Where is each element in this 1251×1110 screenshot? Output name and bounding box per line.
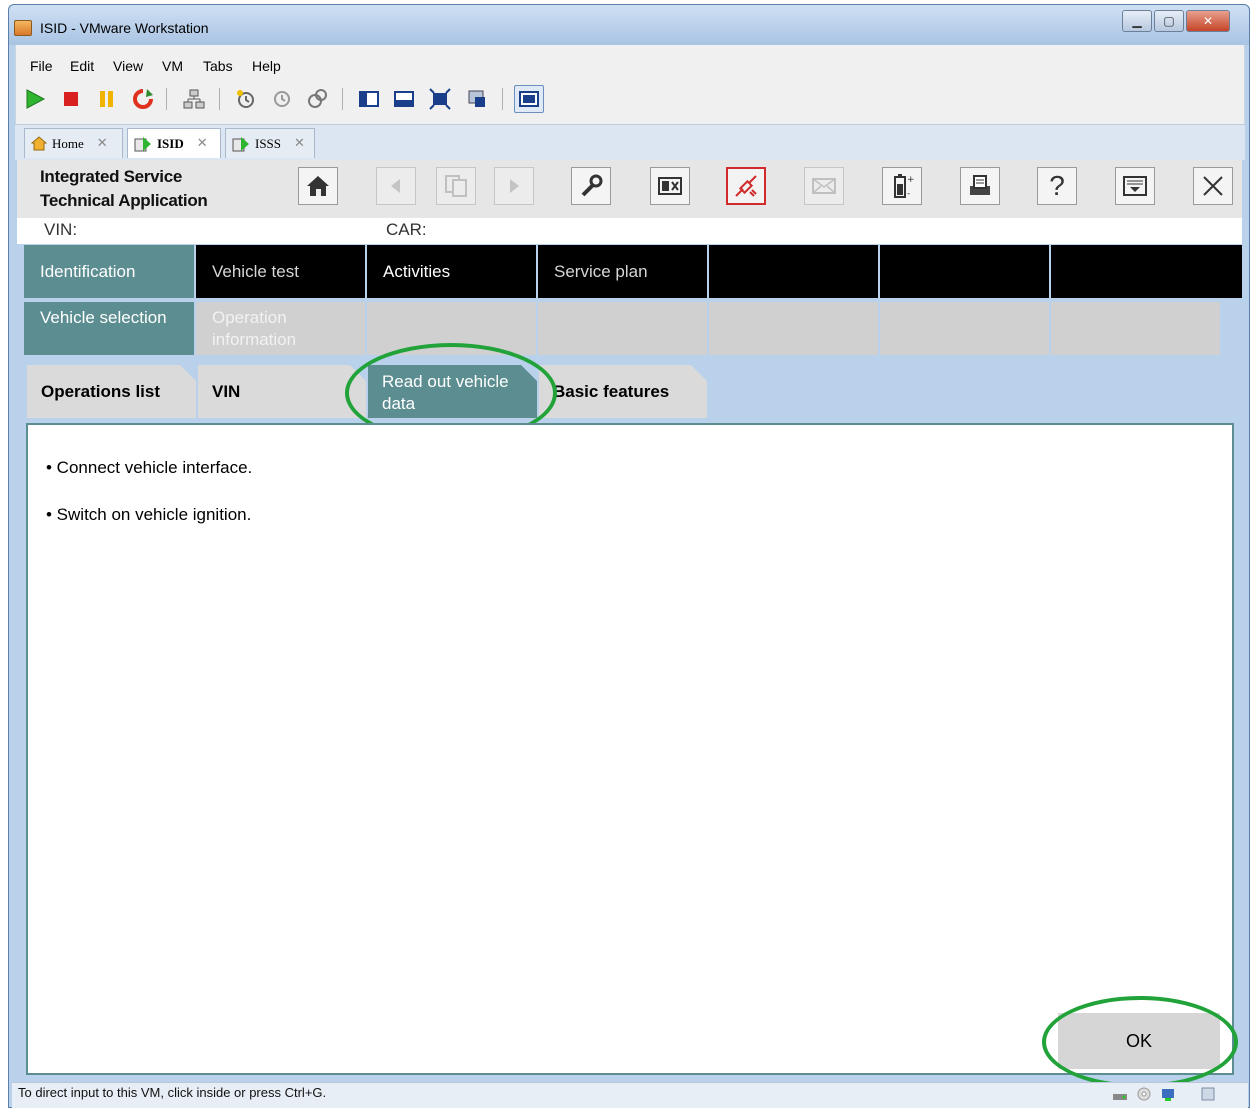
vin-label: VIN: [44, 220, 78, 239]
arrow-right-icon [510, 179, 519, 193]
quick-switch-icon[interactable] [393, 88, 415, 110]
toolbar-separator [342, 88, 343, 110]
subnav-empty-slot [880, 302, 1049, 355]
tab-isid[interactable]: ISID ✕ [127, 128, 221, 158]
tab-basic-features[interactable]: Basic features [539, 365, 707, 418]
help-button[interactable]: ? [1037, 167, 1077, 205]
nav-identification[interactable]: Identification [24, 245, 194, 298]
arrow-left-icon [391, 179, 400, 193]
vmware-app-icon [14, 20, 32, 36]
home-button[interactable] [298, 167, 338, 205]
power-on-icon[interactable] [24, 88, 46, 110]
connection-button[interactable] [726, 167, 766, 205]
tab-home[interactable]: Home ✕ [24, 128, 123, 158]
cd-drive-icon[interactable] [1136, 1086, 1152, 1102]
annotation-circle [1042, 996, 1238, 1088]
unity-icon[interactable] [466, 88, 488, 110]
home-icon [307, 176, 329, 196]
close-icon [1203, 176, 1223, 196]
subnav-empty-slot [709, 302, 878, 355]
full-screen-icon[interactable] [429, 88, 451, 110]
home-icon [31, 136, 47, 151]
console-view-icon[interactable] [514, 85, 544, 113]
snapshot-icon[interactable] [235, 88, 257, 110]
documents-icon [445, 175, 467, 197]
sidebar-view-icon[interactable] [358, 88, 380, 110]
nav-vehicle-test[interactable]: Vehicle test [196, 245, 365, 298]
instruction-connect-interface: • Connect vehicle interface. [46, 458, 253, 477]
maximize-button[interactable]: ▢ [1154, 10, 1184, 32]
collapse-icon [1123, 176, 1147, 196]
instruction-switch-ignition: • Switch on vehicle ignition. [46, 505, 252, 524]
nav-service-plan[interactable]: Service plan [538, 245, 707, 298]
power-off-icon[interactable] [60, 88, 82, 110]
minimize-app-button[interactable] [1115, 167, 1155, 205]
tab-isss[interactable]: ISSS ✕ [225, 128, 315, 158]
forward-button[interactable] [494, 167, 534, 205]
menu-toolbar-area [15, 45, 1245, 125]
menu-tabs[interactable]: Tabs [203, 58, 233, 74]
subnav-vehicle-selection[interactable]: Vehicle selection [24, 302, 194, 355]
nav-empty-slot [880, 245, 1049, 298]
battery-icon: +- [894, 174, 915, 199]
menu-edit[interactable]: Edit [70, 58, 94, 74]
hard-disk-icon[interactable] [1112, 1086, 1128, 1102]
menu-vm[interactable]: VM [162, 58, 183, 74]
toolbar-separator [502, 88, 503, 110]
minimize-button[interactable]: ▁ [1122, 10, 1152, 32]
car-label: CAR: [386, 220, 427, 239]
back-button[interactable] [376, 167, 416, 205]
menu-help[interactable]: Help [252, 58, 281, 74]
toolbar-separator [219, 88, 220, 110]
nav-empty-slot [1051, 245, 1242, 298]
close-tab-icon[interactable]: ✕ [97, 136, 108, 151]
envelope-icon [812, 178, 836, 194]
close-tab-icon[interactable]: ✕ [294, 136, 305, 151]
subnav-empty-slot [538, 302, 707, 355]
tab-isid-label: ISID [157, 135, 184, 151]
printer-icon [970, 175, 990, 195]
exit-app-button[interactable] [1193, 167, 1233, 205]
vm-icon [134, 136, 151, 151]
status-message: To direct input to this VM, click inside… [18, 1085, 327, 1100]
application-title: Integrated Service Technical Application [40, 165, 208, 213]
tab-operations-list[interactable]: Operations list [27, 365, 196, 418]
network-adapter-icon[interactable] [1160, 1086, 1176, 1102]
message-log-icon[interactable] [1200, 1086, 1216, 1102]
snapshot-manager-icon[interactable] [306, 88, 328, 110]
menu-view[interactable]: View [113, 58, 143, 74]
tab-isss-label: ISSS [255, 135, 282, 151]
nav-activities[interactable]: Activities [367, 245, 536, 298]
split-view-icon [658, 177, 682, 195]
tab-home-label: Home [52, 135, 84, 151]
connection-plug-icon [735, 175, 757, 197]
reset-icon[interactable] [132, 88, 154, 110]
print-button[interactable] [960, 167, 1000, 205]
workshop-button[interactable] [571, 167, 611, 205]
application-title-line1: Integrated Service [40, 167, 182, 186]
wrench-icon [581, 174, 603, 197]
battery-button[interactable]: + - [882, 167, 922, 205]
subnav-operation-information[interactable]: Operation information [196, 302, 365, 355]
tab-vin[interactable]: VIN [198, 365, 366, 418]
split-view-button[interactable] [650, 167, 690, 205]
overview-button[interactable] [436, 167, 476, 205]
messages-button[interactable] [804, 167, 844, 205]
menu-file[interactable]: File [30, 58, 53, 74]
window-title: ISID - VMware Workstation [40, 20, 209, 36]
nav-empty-slot [709, 245, 878, 298]
network-icon[interactable] [183, 88, 205, 110]
vm-icon [232, 136, 249, 151]
revert-snapshot-icon[interactable] [271, 88, 293, 110]
close-window-button[interactable]: ✕ [1186, 10, 1230, 32]
toolbar-separator [166, 88, 167, 110]
svg-text:+: + [907, 175, 915, 185]
vehicle-info-row [17, 218, 1242, 244]
application-title-line2: Technical Application [40, 191, 208, 210]
close-tab-icon[interactable]: ✕ [197, 136, 208, 151]
suspend-icon[interactable] [96, 88, 118, 110]
svg-text:-: - [907, 189, 910, 199]
question-mark-icon: ? [1049, 170, 1065, 201]
subnav-empty-slot [1051, 302, 1220, 355]
